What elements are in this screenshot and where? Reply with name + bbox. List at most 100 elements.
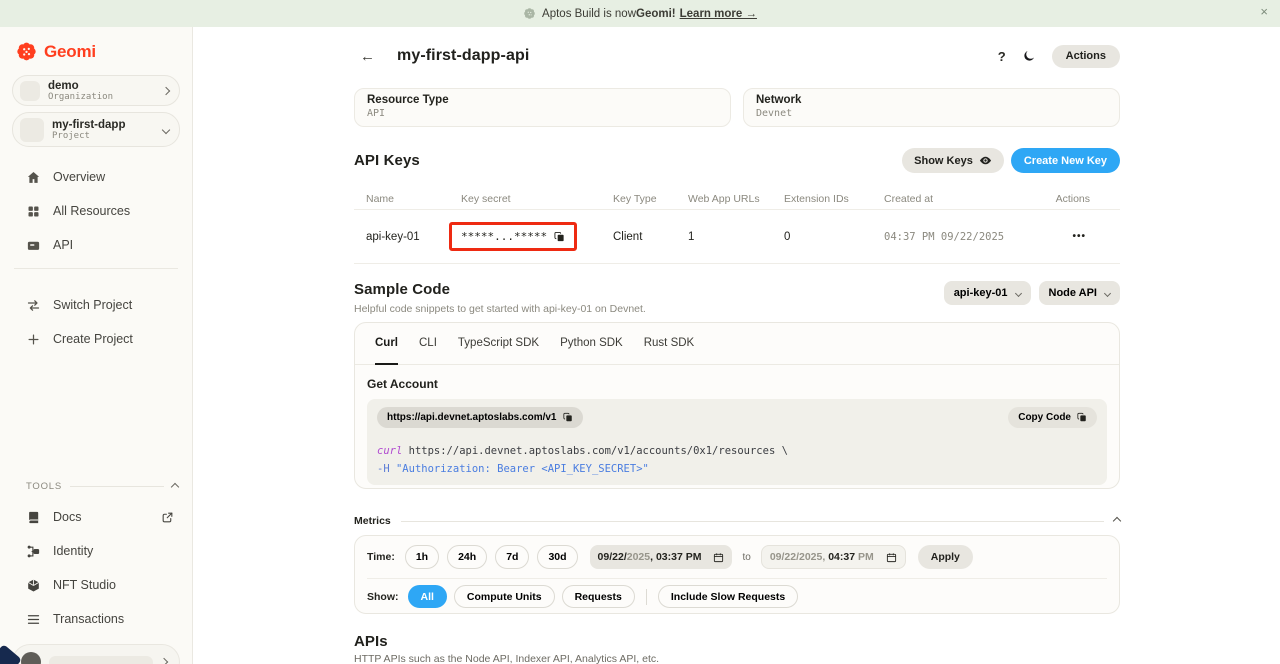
dark-mode-toggle-icon[interactable] — [1022, 49, 1036, 63]
column-header: Key secret — [461, 193, 613, 205]
code-block: https://api.devnet.aptoslabs.com/v1 Copy… — [367, 399, 1107, 485]
external-link-icon — [161, 511, 174, 524]
key-name-cell: api-key-01 — [366, 231, 461, 243]
geomi-logo[interactable]: Geomi — [16, 41, 180, 62]
tab-cli[interactable]: CLI — [419, 323, 437, 365]
include-slow-requests-toggle[interactable]: Include Slow Requests — [658, 585, 798, 608]
identity-flow-icon — [26, 544, 41, 559]
chevron-right-icon — [162, 86, 170, 94]
show-all-button[interactable]: All — [408, 585, 447, 608]
resource-type-value: API — [367, 108, 718, 119]
date-part: 09/22/2025, — [770, 551, 828, 563]
actions-button-label: Actions — [1066, 50, 1106, 62]
sample-code-title: Sample Code — [354, 281, 646, 298]
sidebar-item-switch-project[interactable]: Switch Project — [12, 288, 180, 322]
plus-icon — [26, 332, 41, 347]
project-switcher[interactable]: my-first-dapp Project — [12, 112, 180, 147]
banner-close-icon[interactable]: × — [1260, 4, 1268, 19]
show-keys-button[interactable]: Show Keys — [902, 148, 1004, 173]
show-keys-label: Show Keys — [914, 155, 973, 167]
row-actions-menu[interactable]: ••• — [1010, 231, 1120, 242]
preset-30d-button[interactable]: 30d — [537, 545, 577, 569]
date-part: 2025 — [627, 551, 650, 563]
key-type-cell: Client — [613, 231, 688, 243]
org-name: demo — [48, 80, 155, 92]
extension-ids-cell: 0 — [784, 231, 884, 243]
key-select-value: api-key-01 — [954, 287, 1008, 299]
column-header: Web App URLs — [688, 193, 784, 205]
back-arrow-icon[interactable]: ← — [360, 48, 375, 65]
banner-learn-more-link[interactable]: Learn more → — [680, 8, 757, 20]
sidebar-item-transactions[interactable]: Transactions — [12, 602, 180, 636]
api-select-dropdown[interactable]: Node API — [1039, 281, 1121, 305]
show-compute-units-button[interactable]: Compute Units — [454, 585, 555, 608]
code-string: "Authorization: Bearer <API_KEY_SECRET>" — [390, 463, 649, 475]
tab-rust-sdk[interactable]: Rust SDK — [644, 323, 695, 365]
cube-icon — [26, 578, 41, 593]
project-avatar — [20, 118, 44, 142]
resource-type-label: Resource Type — [367, 94, 718, 106]
metrics-section-header[interactable]: Metrics — [354, 515, 1120, 527]
logo-text: Geomi — [44, 42, 96, 62]
calendar-icon — [886, 552, 897, 563]
chevron-up-icon — [1113, 517, 1121, 525]
copy-code-button[interactable]: Copy Code — [1008, 407, 1097, 428]
sample-code-subtitle: Helpful code snippets to get started wit… — [354, 303, 646, 315]
chevron-down-icon — [162, 125, 170, 133]
project-type: Project — [52, 131, 155, 141]
api-key-table-row: api-key-01 *****...***** Client 1 0 04:3… — [354, 210, 1120, 264]
sidebar-item-nft-studio[interactable]: NFT Studio — [12, 568, 180, 602]
to-datetime-input[interactable]: 09/22/2025, 04:37 PM — [761, 545, 906, 569]
sidebar-item-label: NFT Studio — [53, 578, 174, 592]
main-content: ← my-first-dapp-api ? Actions Resource T… — [193, 27, 1280, 664]
date-part: 04:37 — [828, 551, 855, 563]
copy-icon[interactable] — [554, 231, 565, 243]
api-keys-title: API Keys — [354, 152, 420, 169]
metrics-filter-card: Time: 1h 24h 7d 30d 09/22/2025, 03:37 PM… — [354, 535, 1120, 614]
book-icon — [26, 510, 41, 525]
from-datetime-input[interactable]: 09/22/2025, 03:37 PM — [590, 545, 733, 569]
snippet-title: Get Account — [367, 377, 1107, 391]
base-url-value: https://api.devnet.aptoslabs.com/v1 — [387, 412, 556, 423]
date-part: 09/22/ — [598, 551, 627, 563]
preset-1h-button[interactable]: 1h — [405, 545, 439, 569]
grid-icon — [26, 204, 41, 219]
sidebar-item-overview[interactable]: Overview — [12, 160, 180, 194]
base-url-pill[interactable]: https://api.devnet.aptoslabs.com/v1 — [377, 407, 583, 428]
show-label: Show: — [367, 591, 399, 603]
sidebar-item-docs[interactable]: Docs — [12, 500, 180, 534]
show-requests-button[interactable]: Requests — [562, 585, 635, 608]
metrics-divider — [401, 521, 1104, 522]
sidebar-item-label: Overview — [53, 170, 105, 184]
column-header: Actions — [1010, 193, 1120, 205]
key-select-dropdown[interactable]: api-key-01 — [944, 281, 1031, 305]
create-new-key-button[interactable]: Create New Key — [1011, 148, 1120, 173]
sidebar-divider — [14, 268, 178, 269]
sidebar-item-api[interactable]: API — [12, 228, 180, 262]
tools-divider — [70, 486, 164, 487]
column-header: Name — [366, 193, 461, 205]
tab-python-sdk[interactable]: Python SDK — [560, 323, 623, 365]
org-switcher[interactable]: demo Organization — [12, 75, 180, 106]
vertical-divider — [646, 589, 647, 605]
sidebar-item-create-project[interactable]: Create Project — [12, 322, 180, 356]
date-part: PM — [855, 551, 874, 563]
help-icon[interactable]: ? — [998, 49, 1006, 64]
tools-label: TOOLS — [26, 481, 62, 492]
key-secret-value: *****...***** — [461, 230, 547, 243]
sidebar-item-all-resources[interactable]: All Resources — [12, 194, 180, 228]
user-account-card[interactable] — [12, 644, 180, 664]
banner-brand: Geomi! — [636, 8, 676, 20]
tools-section-header[interactable]: TOOLS — [12, 481, 180, 492]
code-keyword: curl — [377, 445, 402, 457]
preset-24h-button[interactable]: 24h — [447, 545, 487, 569]
network-label: Network — [756, 94, 1107, 106]
sidebar-item-identity[interactable]: Identity — [12, 534, 180, 568]
user-avatar — [21, 652, 41, 664]
actions-button[interactable]: Actions — [1052, 45, 1120, 68]
tab-typescript-sdk[interactable]: TypeScript SDK — [458, 323, 539, 365]
preset-7d-button[interactable]: 7d — [495, 545, 529, 569]
apply-button[interactable]: Apply — [918, 545, 973, 569]
tab-curl[interactable]: Curl — [375, 323, 398, 365]
project-name: my-first-dapp — [52, 119, 155, 131]
